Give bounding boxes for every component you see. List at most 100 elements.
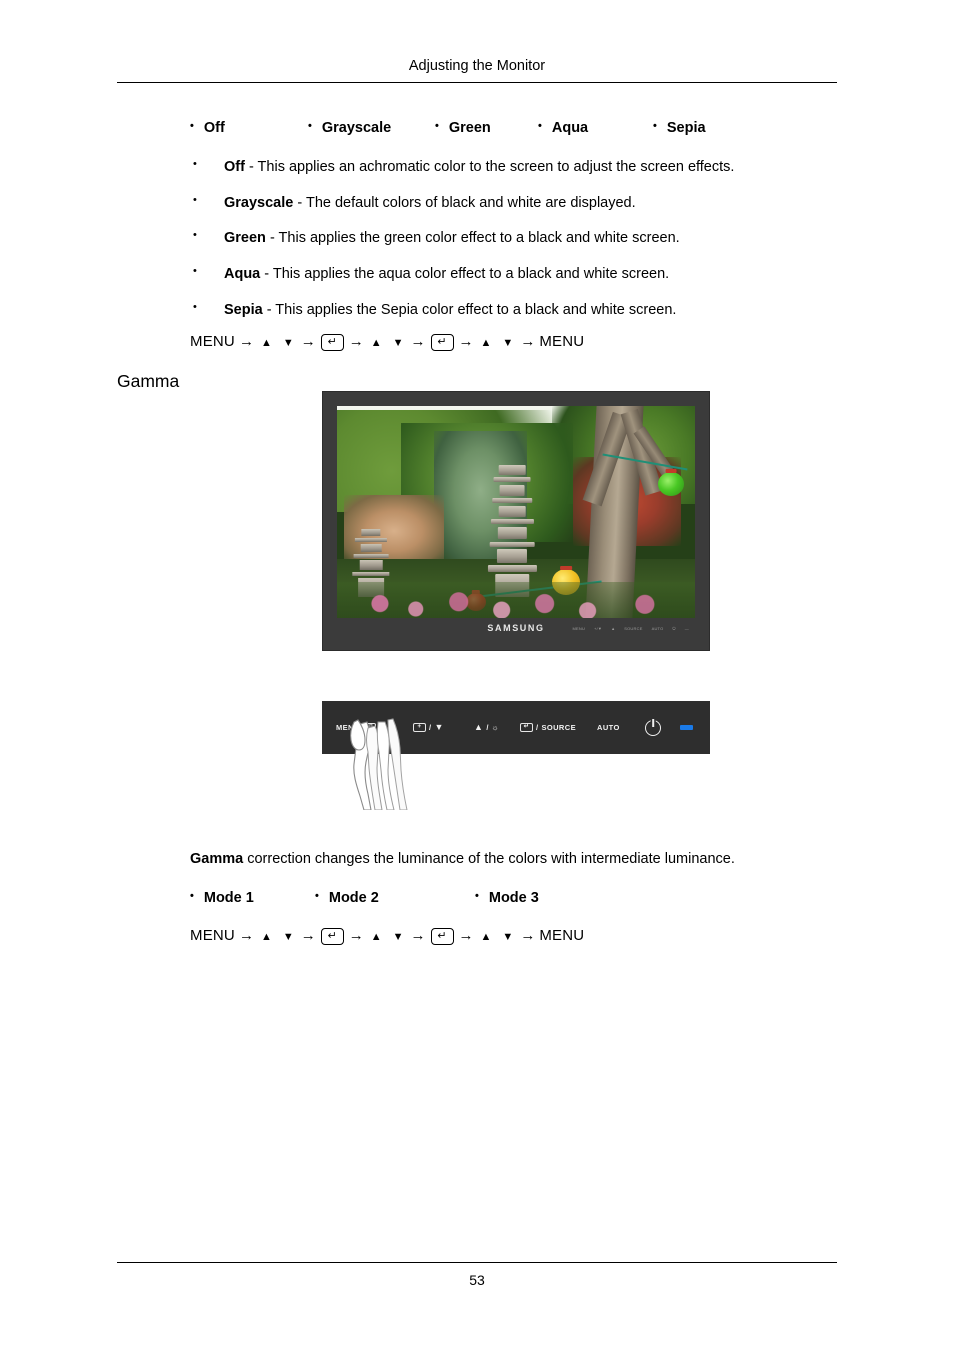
bullet-icon: • bbox=[315, 890, 319, 903]
color-effect-text: - This applies an achromatic color to th… bbox=[244, 159, 735, 175]
chevron-down-icon: ▼ bbox=[502, 930, 514, 943]
color-effect-term: Grayscale bbox=[224, 194, 294, 211]
menu-button-label: MENU bbox=[336, 723, 360, 732]
color-effect-description-item: • Aqua - This applies the aqua color effe… bbox=[190, 265, 850, 283]
page-header-title: Adjusting the Monitor bbox=[408, 58, 546, 74]
gamma-description-text: correction changes the luminance of the … bbox=[243, 851, 735, 867]
bullet-icon: • bbox=[190, 890, 194, 903]
gamma-mode-option-row: • Mode 1 • Mode 2 • Mode 3 bbox=[190, 890, 830, 910]
menu-path-start: MENU bbox=[190, 333, 235, 350]
lantern-green bbox=[658, 471, 685, 496]
color-effect-option-1: • Off bbox=[190, 120, 225, 136]
chevron-down-icon: ▼ bbox=[282, 336, 294, 349]
power-led-indicator bbox=[680, 725, 693, 730]
chevron-down-icon: ▼ bbox=[392, 930, 404, 943]
bullet-icon: • bbox=[193, 193, 197, 206]
control-button-auto[interactable]: AUTO bbox=[597, 723, 620, 732]
brightness-icon: ☼ bbox=[491, 723, 500, 732]
separator-slash: / bbox=[536, 723, 539, 732]
header-divider bbox=[117, 82, 837, 83]
arrow-right-icon: → bbox=[410, 333, 426, 350]
control-panel-closeup: MENU ▯▯ + / ▼ ▲ / ☼ ↵ / SOURCE AUTO bbox=[322, 701, 710, 810]
chevron-down-icon: ▼ bbox=[282, 930, 294, 943]
control-button-enter-source[interactable]: ↵ / SOURCE bbox=[520, 723, 576, 732]
control-button-minus-down[interactable]: + / ▼ bbox=[413, 723, 444, 732]
separator-slash: / bbox=[429, 723, 432, 732]
section-heading-gamma: Gamma bbox=[117, 371, 180, 391]
up-down-arrows: ▲ ▼ bbox=[261, 931, 294, 943]
garden-scene-photo bbox=[337, 406, 695, 618]
bullet-icon: • bbox=[193, 300, 197, 313]
power-icon bbox=[645, 719, 661, 736]
chevron-up-icon: ▲ bbox=[370, 336, 382, 349]
color-effect-option-5: • Sepia bbox=[653, 120, 706, 136]
color-effect-description-item: • Sepia - This applies the Sepia color ef… bbox=[190, 301, 850, 319]
bullet-icon: • bbox=[193, 264, 197, 277]
menu-navigation-path-gamma: MENU → ▲ ▼ → ↵ → ▲ ▼ → ↵ → ▲ ▼ → MENU bbox=[190, 927, 585, 945]
chevron-down-icon: ▼ bbox=[502, 336, 514, 349]
chevron-up-icon: ▲ bbox=[480, 336, 492, 349]
color-effect-description-list: • Off - This applies an achromatic color … bbox=[190, 158, 850, 336]
enter-key-icon: ↵ bbox=[320, 928, 344, 945]
gamma-mode-option-3: • Mode 3 bbox=[475, 890, 539, 906]
gamma-mode-option-label: Mode 1 bbox=[203, 890, 254, 906]
separator-slash: / bbox=[486, 723, 489, 732]
bezel-icon-2: +/▼ bbox=[594, 626, 603, 631]
stone-pagoda bbox=[488, 465, 537, 597]
bezel-icon-1: MENU bbox=[572, 626, 586, 631]
arrow-right-icon: → bbox=[238, 333, 254, 350]
color-effect-option-3: • Green bbox=[435, 120, 491, 136]
menu-path-end: MENU bbox=[539, 333, 585, 350]
arrow-right-icon: → bbox=[520, 333, 536, 350]
bullet-icon: • bbox=[475, 890, 479, 903]
gamma-mode-option-2: • Mode 2 bbox=[315, 890, 379, 906]
up-down-arrows: ▲ ▼ bbox=[481, 931, 514, 943]
monitor-illustration: SAMSUNG MENU +/▼ ▲ SOURCE AUTO ⏻ — bbox=[322, 391, 710, 651]
enter-key-icon: ↵ bbox=[430, 334, 454, 351]
arrow-right-icon: → bbox=[520, 927, 536, 944]
chevron-up-icon: ▲ bbox=[260, 336, 272, 349]
control-button-up-brightness[interactable]: ▲ / ☼ bbox=[474, 722, 500, 733]
gamma-mode-option-label: Mode 3 bbox=[488, 890, 539, 906]
chevron-up-icon: ▲ bbox=[474, 722, 484, 732]
footer-divider bbox=[117, 1262, 837, 1263]
up-down-arrows: ▲ ▼ bbox=[371, 931, 404, 943]
bezel-icon-6: ⏻ bbox=[672, 626, 676, 631]
color-effect-text: - This applies the green color effect to… bbox=[265, 230, 680, 247]
arrow-right-icon: → bbox=[410, 927, 426, 944]
color-effect-description-item: • Grayscale - The default colors of black… bbox=[190, 194, 850, 212]
color-effect-text: - The default colors of black and white … bbox=[293, 194, 636, 211]
enter-key-icon: ↵ bbox=[430, 928, 454, 945]
control-button-power[interactable] bbox=[645, 719, 661, 736]
chevron-up-icon: ▲ bbox=[260, 930, 272, 943]
color-effect-term: Off bbox=[224, 159, 245, 175]
up-down-arrows: ▲ ▼ bbox=[371, 337, 404, 349]
plus-icon: + bbox=[413, 723, 426, 732]
color-effect-option-label: Off bbox=[203, 120, 225, 136]
color-effect-option-label: Sepia bbox=[666, 120, 706, 136]
control-button-menu[interactable]: MENU ▯▯ bbox=[336, 723, 376, 732]
bullet-icon: • bbox=[435, 120, 439, 133]
chevron-up-icon: ▲ bbox=[370, 930, 382, 943]
arrow-right-icon: → bbox=[238, 927, 254, 944]
bezel-icon-4: SOURCE bbox=[624, 626, 643, 631]
bullet-icon: • bbox=[538, 120, 542, 133]
gamma-mode-option-label: Mode 2 bbox=[328, 890, 379, 906]
up-down-arrows: ▲ ▼ bbox=[481, 337, 514, 349]
chevron-down-icon: ▼ bbox=[434, 722, 444, 732]
color-effect-option-label: Aqua bbox=[551, 120, 589, 136]
menu-icon: ▯▯ bbox=[362, 723, 376, 732]
color-effect-option-2: • Grayscale bbox=[308, 120, 391, 136]
bullet-icon: • bbox=[308, 120, 312, 133]
flower-bed bbox=[337, 581, 695, 618]
menu-navigation-path-color-effect: MENU → ▲ ▼ → ↵ → ▲ ▼ → ↵ → ▲ ▼ → MENU bbox=[190, 333, 585, 351]
arrow-right-icon: → bbox=[348, 927, 364, 944]
enter-key-icon: ↵ bbox=[320, 334, 344, 351]
auto-button-label: AUTO bbox=[597, 723, 620, 732]
bullet-icon: • bbox=[193, 229, 197, 242]
menu-path-end: MENU bbox=[539, 927, 585, 944]
chevron-up-icon: ▲ bbox=[480, 930, 492, 943]
samsung-logo: SAMSUNG bbox=[487, 623, 545, 633]
page-number: 53 bbox=[469, 1272, 485, 1288]
control-panel-button-row: MENU ▯▯ + / ▼ ▲ / ☼ ↵ / SOURCE AUTO bbox=[322, 701, 710, 754]
